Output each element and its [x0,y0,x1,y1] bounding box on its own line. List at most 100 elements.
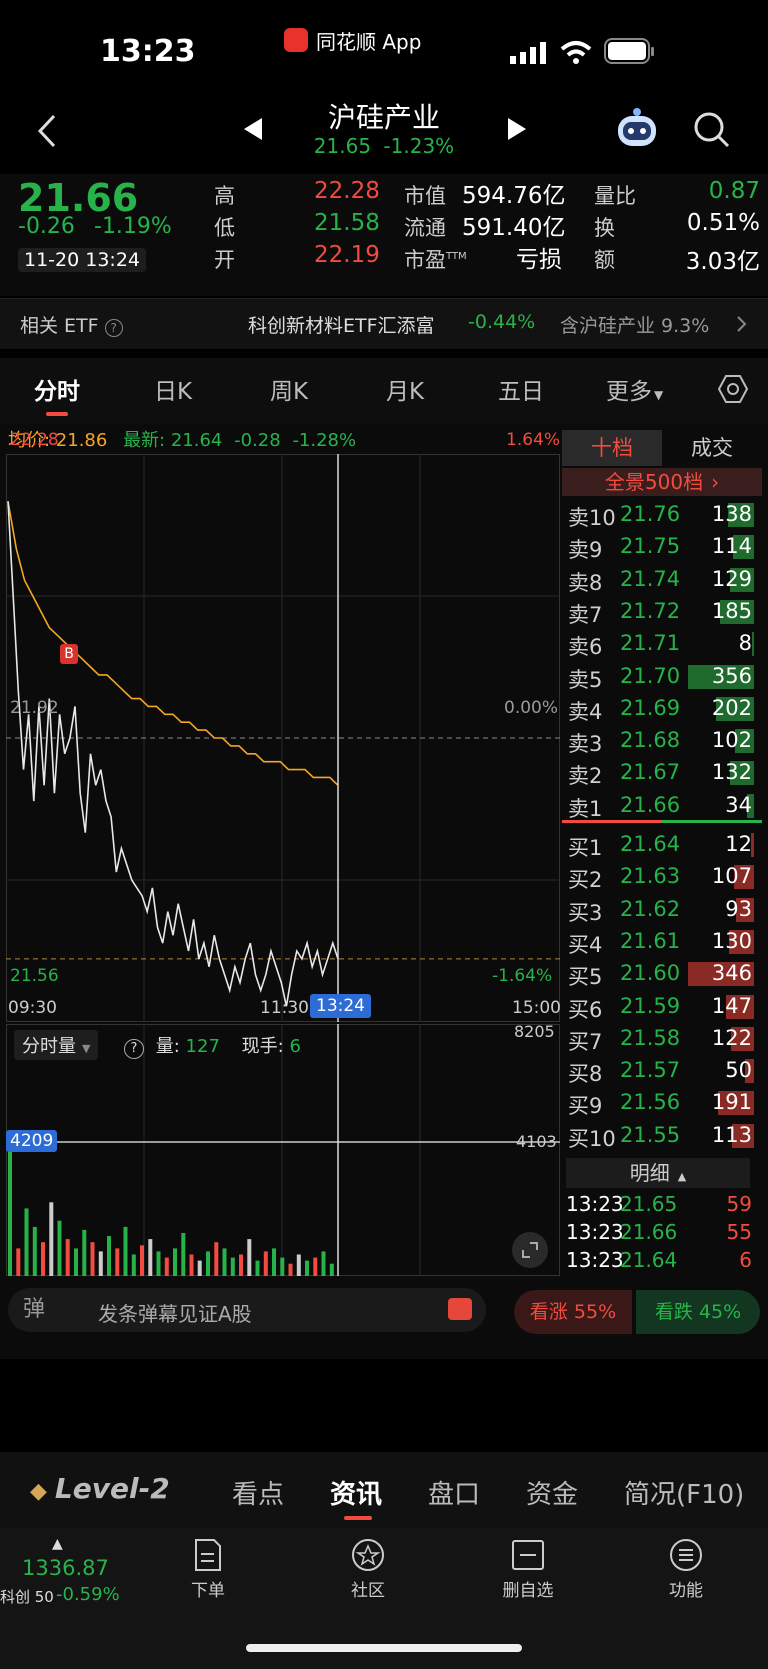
app-badge[interactable]: 同花顺 App [284,26,421,54]
panorama-500-button[interactable]: 全景500档 › [562,468,762,496]
pe-ttm: TTM [446,251,467,262]
bid-level-row[interactable]: 买2 21.63 107 [562,860,762,894]
back-icon[interactable] [34,112,60,150]
y-mid-label: 21.92 [10,698,59,718]
volume-chart[interactable] [6,1024,560,1276]
ask-level-row[interactable]: 卖6 21.71 8 [562,627,762,661]
ask-level-row[interactable]: 卖10 21.76 138 [562,498,762,532]
menu-icon [670,1539,702,1571]
settings-hex-icon[interactable] [718,374,748,404]
nav-remove-watchlist[interactable]: 删自选 [496,1538,560,1601]
ask-level-price: 21.66 [620,792,681,817]
time-tick-open: 09:30 [8,998,57,1018]
tab-daily-k[interactable]: 日K [154,372,192,406]
tab-more[interactable]: 更多 ▼ [606,372,663,406]
bullish-button[interactable]: 看涨 55% [514,1290,632,1334]
robot-assistant-icon[interactable] [614,106,660,152]
trade-detail-vol: 59 [726,1192,752,1216]
bid-level-row[interactable]: 买5 21.60 346 [562,957,762,991]
tab-five-day[interactable]: 五日 [498,372,544,406]
tab-funds[interactable]: 资金 [526,1474,578,1511]
tab-monthly-k[interactable]: 月K [386,372,424,406]
signal-icon [510,42,546,64]
bid-level-price: 21.58 [620,1025,681,1050]
tab-trades[interactable]: 成交 [662,430,762,466]
danmu-input[interactable]: 弹 发条弹幕见证A股 [8,1288,486,1332]
price-change: -0.26 [18,214,75,239]
bid-level-label: 买1 [568,836,603,860]
ask-level-row[interactable]: 卖3 21.68 102 [562,724,762,758]
prev-stock-icon[interactable] [242,116,264,142]
volume-bar [115,1248,120,1276]
nav-remove-watchlist-label: 删自选 [502,1581,554,1601]
tab-profile-f10[interactable]: 简况(F10) [624,1474,744,1511]
tab-orderbook[interactable]: 盘口 [428,1474,480,1511]
buy-signal-badge[interactable]: B [60,644,78,664]
ask-level-row[interactable]: 卖5 21.70 356 [562,660,762,694]
volume-info: ? 量: 127 现手: 6 [124,1032,301,1059]
caret-down-icon: ▼ [82,1042,91,1055]
help-icon[interactable]: ? [124,1039,144,1059]
ask-level-label: 卖9 [568,538,603,563]
bid-level-label: 买4 [568,932,603,957]
ask-level-price: 21.75 [620,534,681,559]
level2-logo[interactable]: ◆ Level-2 [30,1472,170,1505]
pe-label-text: 市盈 [404,248,446,272]
tab-ten-levels[interactable]: 十档 [562,430,662,466]
trade-detail-vol: 55 [726,1220,752,1244]
intraday-price-chart[interactable] [6,454,560,1022]
bid-level-price: 21.55 [620,1122,681,1147]
volume-bar [329,1263,334,1276]
tab-intraday[interactable]: 分时 [34,372,80,406]
bid-level-row[interactable]: 买6 21.59 147 [562,990,762,1024]
nav-order[interactable]: 下单 [178,1538,238,1601]
ask-level-row[interactable]: 卖8 21.74 129 [562,563,762,597]
bid-level-row[interactable]: 买8 21.57 50 [562,1054,762,1088]
volume-bar [255,1260,260,1276]
volume-bar [296,1254,301,1276]
bid-level-row[interactable]: 买1 21.64 12 [562,828,762,862]
index-widget[interactable]: ▲ 1336.87 科创 50 -0.59% [0,1528,150,1618]
bid-level-row[interactable]: 买4 21.61 130 [562,925,762,959]
ask-level-row[interactable]: 卖4 21.69 202 [562,692,762,726]
volume-bar [16,1248,21,1276]
volume-selector[interactable]: 分时量 ▼ [14,1030,99,1060]
related-etf-bar[interactable]: 相关 ETF ? 科创新材料ETF汇添富 -0.44% 含沪硅产业 9.3% [0,298,768,349]
pct-mid-label: 0.00% [504,698,559,718]
detail-header[interactable]: 明细 ▲ [566,1158,750,1188]
search-icon[interactable] [692,110,732,150]
nav-function[interactable]: 功能 [656,1538,716,1601]
header-price: 21.65 [313,134,372,158]
volume-bar [82,1229,87,1276]
vol-max-label: 8205 [514,1022,555,1041]
bid-level-row[interactable]: 买10 21.55 113 [562,1119,762,1153]
tab-highlights[interactable]: 看点 [232,1474,284,1511]
bid-level-row[interactable]: 买3 21.62 93 [562,893,762,927]
stock-header: 沪硅产业 21.65 -1.23% [0,92,768,174]
ask-level-row[interactable]: 卖7 21.72 185 [562,595,762,629]
ask-level-row[interactable]: 卖9 21.75 114 [562,530,762,564]
etf-change: -0.44% [468,311,536,333]
bid-level-row[interactable]: 买7 21.58 122 [562,1022,762,1056]
nav-function-label: 功能 [669,1581,703,1601]
ask-level-row[interactable]: 卖2 21.67 132 [562,756,762,790]
bearish-button[interactable]: 看跌 45% [636,1290,760,1334]
gift-icon[interactable] [448,1298,472,1320]
float-value: 591.40亿 [462,215,566,241]
ask-level-row[interactable]: 卖1 21.66 34 [562,789,762,823]
bid-level-row[interactable]: 买9 21.56 191 [562,1086,762,1120]
ask-level-volume: 102 [711,728,752,753]
ask-volume-bar [752,632,754,657]
nav-community[interactable]: 社区 [338,1538,398,1601]
chevron-right-icon [737,316,747,332]
vol-marker-badge: 4209 [6,1130,58,1152]
trade-detail-row: 13:23 21.66 55 [562,1220,762,1248]
fullscreen-button[interactable] [512,1232,548,1268]
next-stock-icon[interactable] [506,116,528,142]
tab-weekly-k[interactable]: 周K [270,372,308,406]
ask-level-volume: 356 [711,663,752,688]
ask-level-label: 卖7 [568,602,603,627]
help-icon[interactable]: ? [104,319,123,337]
tab-news[interactable]: 资讯 [330,1474,382,1511]
volume-selector-label: 分时量 [22,1036,76,1057]
